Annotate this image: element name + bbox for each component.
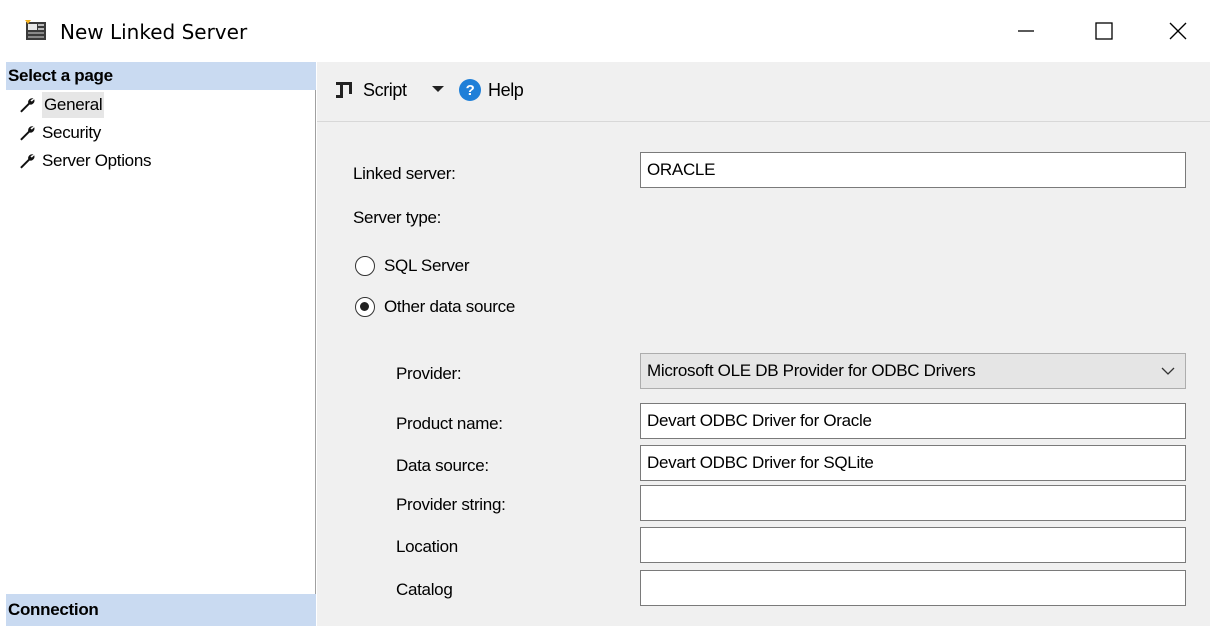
maximize-button[interactable] [1072, 0, 1136, 62]
nav-item-label: Security [42, 123, 102, 142]
linked-server-app-icon [25, 20, 46, 40]
radio-unchecked-icon [355, 256, 375, 276]
linked-server-label: Linked server: [353, 164, 456, 183]
provider-select[interactable]: Microsoft OLE DB Provider for ODBC Drive… [640, 353, 1186, 389]
connection-header: Connection [6, 594, 316, 626]
radio-other-data-source[interactable]: Other data source [355, 295, 515, 319]
data-source-input[interactable]: Devart ODBC Driver for SQLite [640, 445, 1186, 481]
help-label: Help [488, 79, 524, 100]
nav-item-server-options[interactable]: Server Options [18, 148, 151, 174]
catalog-input[interactable] [640, 570, 1186, 606]
radio-checked-icon [355, 297, 375, 317]
product-name-input[interactable]: Devart ODBC Driver for Oracle [640, 403, 1186, 439]
minimize-button[interactable] [994, 0, 1058, 62]
toolbar: Script ? Help [317, 62, 1210, 122]
provider-string-label: Provider string: [396, 495, 506, 514]
script-label: Script [363, 79, 407, 100]
page-selector-pane: Select a page General Security Server Op… [6, 62, 316, 626]
radio-sql-server[interactable]: SQL Server [355, 254, 469, 278]
maximize-icon [1095, 22, 1113, 40]
provider-string-input[interactable] [640, 485, 1186, 521]
data-source-label: Data source: [396, 456, 489, 475]
select-a-page-header: Select a page [6, 62, 316, 90]
linked-server-input[interactable]: ORACLE [640, 152, 1186, 188]
product-name-label: Product name: [396, 414, 503, 433]
help-icon: ? [459, 79, 481, 101]
provider-selected-value: Microsoft OLE DB Provider for ODBC Drive… [647, 361, 976, 380]
new-linked-server-window: New Linked Server Select a page General [0, 0, 1210, 626]
chevron-down-icon [1161, 367, 1175, 375]
provider-label: Provider: [396, 364, 462, 383]
location-input[interactable] [640, 527, 1186, 563]
minimize-icon [1018, 30, 1034, 32]
nav-item-label: Server Options [42, 151, 152, 170]
script-button[interactable]: Script [333, 76, 407, 104]
script-icon [336, 82, 352, 98]
wrench-icon [20, 98, 35, 113]
window-title: New Linked Server [60, 20, 248, 44]
nav-item-general[interactable]: General [18, 92, 105, 118]
catalog-label: Catalog [396, 580, 453, 599]
title-bar: New Linked Server [0, 0, 1210, 62]
nav-item-security[interactable]: Security [18, 120, 101, 146]
location-label: Location [396, 537, 458, 556]
script-dropdown-arrow-icon[interactable] [431, 82, 445, 96]
wrench-icon [20, 154, 35, 169]
wrench-icon [20, 126, 35, 141]
radio-other-data-source-label: Other data source [384, 297, 515, 316]
help-button[interactable]: ? Help [459, 76, 524, 104]
close-button[interactable] [1146, 0, 1210, 62]
general-page-content: Script ? Help Linked server: ORACLE Serv… [317, 62, 1210, 626]
close-icon [1169, 22, 1187, 40]
server-type-label: Server type: [353, 208, 442, 227]
nav-item-label: General [42, 92, 105, 118]
radio-sql-server-label: SQL Server [384, 256, 470, 275]
